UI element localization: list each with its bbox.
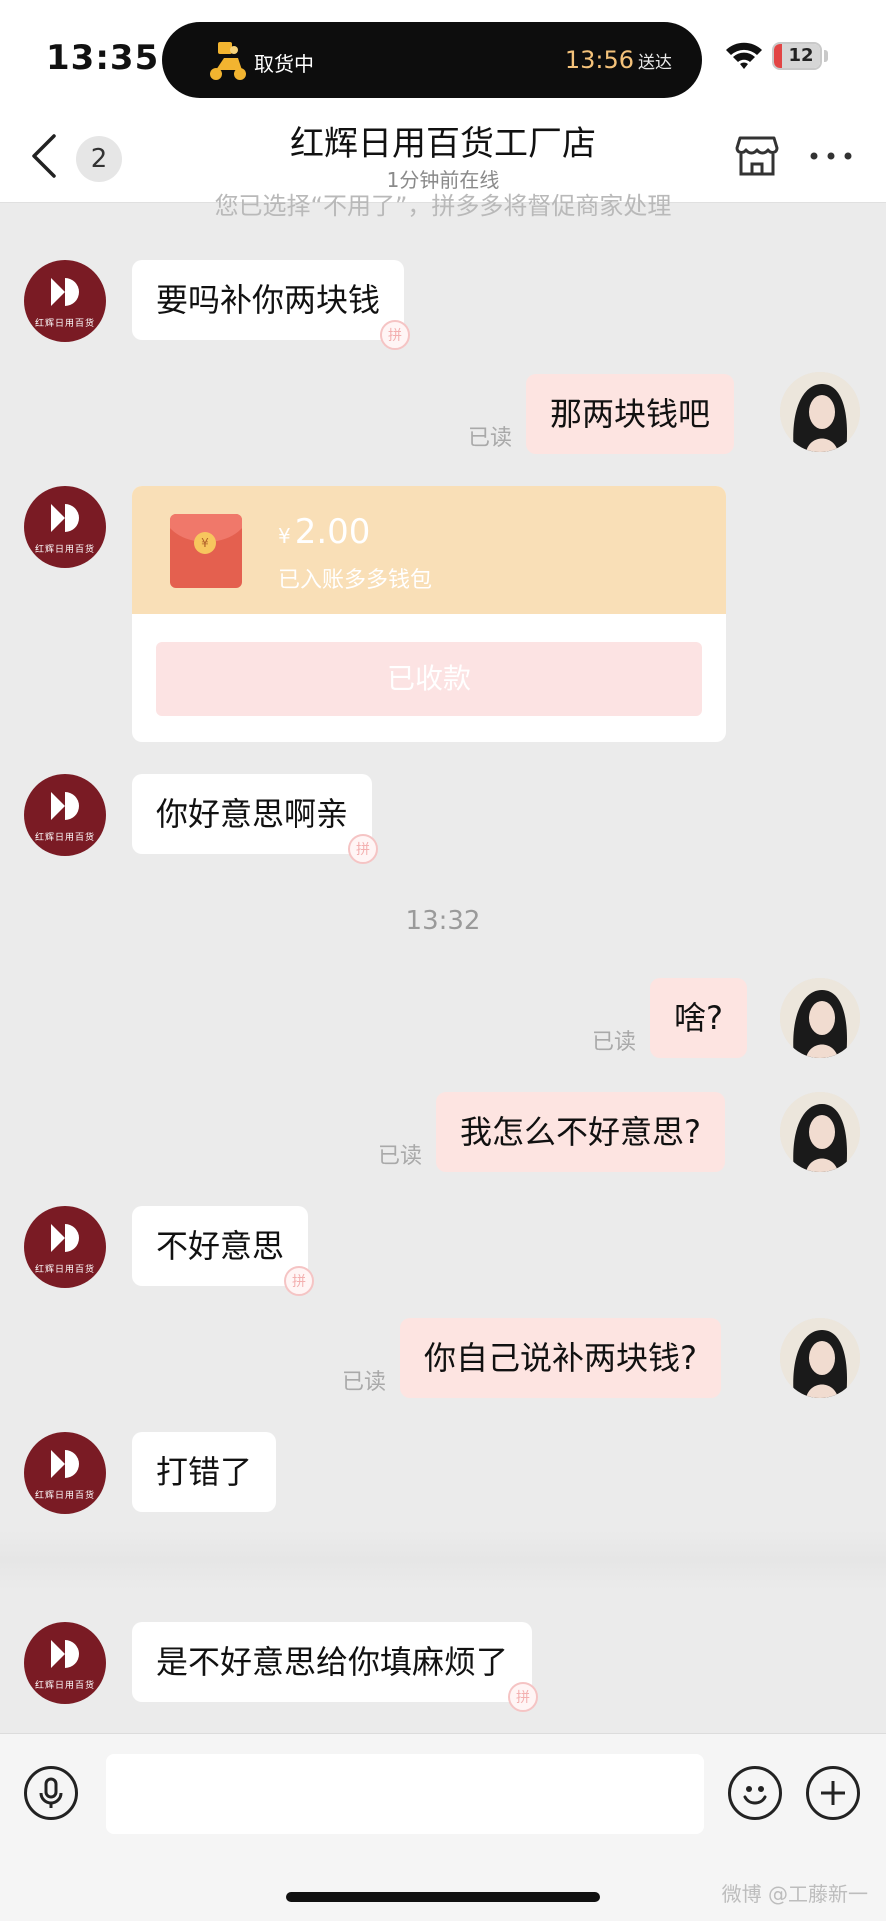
- pdd-stamp-icon: 拼: [380, 320, 411, 350]
- message-bubble-shop[interactable]: 要吗补你两块钱拼: [132, 260, 411, 350]
- user-photo-icon: [780, 1092, 860, 1172]
- user-avatar[interactable]: [780, 1318, 860, 1398]
- shop-logo-icon: [51, 1640, 79, 1668]
- user-photo-icon: [780, 372, 860, 452]
- message-bubble-me[interactable]: 我怎么不好意思?: [436, 1092, 725, 1172]
- red-packet-card[interactable]: ¥ ¥2.00 已入账多多钱包 已收款: [132, 486, 726, 742]
- battery-indicator: 12: [772, 42, 822, 70]
- shop-avatar[interactable]: 红辉日用百货: [24, 260, 106, 342]
- shop-avatar[interactable]: 红辉日用百货: [24, 774, 106, 856]
- store-icon[interactable]: [734, 132, 780, 178]
- home-indicator[interactable]: [286, 1892, 600, 1902]
- read-receipt: 已读: [342, 1370, 387, 1395]
- shop-logo-icon: [51, 792, 79, 820]
- blurred-divider: [0, 1530, 886, 1590]
- message-bubble-me[interactable]: 啥?: [650, 978, 747, 1058]
- user-avatar[interactable]: [780, 978, 860, 1058]
- message-input[interactable]: [106, 1754, 704, 1834]
- wifi-icon: [726, 42, 762, 69]
- shop-logo-icon: [51, 504, 79, 532]
- message-bubble-shop[interactable]: 不好意思拼: [132, 1206, 315, 1296]
- status-bar: 13:35 取货中 13:56 送达 12: [0, 0, 886, 110]
- message-input-bar: 微博 @工藤新一: [0, 1733, 886, 1921]
- pdd-stamp-icon: 拼: [284, 1266, 315, 1296]
- red-packet-amount: ¥2.00: [278, 512, 371, 552]
- plus-icon[interactable]: [806, 1766, 860, 1820]
- shop-logo-icon: [51, 1224, 79, 1252]
- user-photo-icon: [780, 1318, 860, 1398]
- message-bubble-shop[interactable]: 是不好意思给你填麻烦了拼: [132, 1622, 539, 1712]
- dynamic-island-delivery[interactable]: 取货中 13:56 送达: [162, 22, 702, 98]
- clock: 13:35: [46, 38, 160, 78]
- shop-avatar[interactable]: 红辉日用百货: [24, 1432, 106, 1514]
- red-envelope-icon: ¥: [170, 514, 242, 588]
- shop-logo-icon: [51, 278, 79, 306]
- shop-avatar[interactable]: 红辉日用百货: [24, 1206, 106, 1288]
- watermark: 微博 @工藤新一: [721, 1882, 868, 1906]
- shop-logo-icon: [51, 1450, 79, 1478]
- user-avatar[interactable]: [780, 372, 860, 452]
- read-receipt: 已读: [468, 426, 513, 451]
- shop-avatar[interactable]: 红辉日用百货: [24, 486, 106, 568]
- delivery-eta: 13:56 送达: [564, 46, 672, 74]
- pdd-stamp-icon: 拼: [508, 1682, 539, 1712]
- chat-timestamp: 13:32: [405, 906, 481, 936]
- red-packet-status: 已入账多多钱包: [278, 568, 433, 593]
- message-bubble-me[interactable]: 那两块钱吧: [526, 374, 735, 454]
- received-button[interactable]: 已收款: [156, 642, 702, 716]
- emoji-icon[interactable]: [728, 1766, 782, 1820]
- battery-cap: [824, 50, 828, 62]
- delivery-scooter-icon: [210, 42, 246, 80]
- message-bubble-me[interactable]: 你自己说补两块钱?: [400, 1318, 721, 1398]
- shop-avatar[interactable]: 红辉日用百货: [24, 1622, 106, 1704]
- delivery-status: 取货中: [254, 52, 314, 76]
- read-receipt: 已读: [378, 1144, 423, 1169]
- read-receipt: 已读: [592, 1030, 637, 1055]
- more-icon[interactable]: [808, 150, 854, 162]
- message-bubble-shop[interactable]: 打错了: [132, 1432, 277, 1512]
- microphone-icon[interactable]: [24, 1766, 78, 1820]
- pdd-stamp-icon: 拼: [348, 834, 379, 864]
- system-notice: 您已选择“不用了”，拼多多将督促商家处理: [214, 192, 672, 220]
- user-photo-icon: [780, 978, 860, 1058]
- message-bubble-shop[interactable]: 你好意思啊亲拼: [132, 774, 379, 864]
- user-avatar[interactable]: [780, 1092, 860, 1172]
